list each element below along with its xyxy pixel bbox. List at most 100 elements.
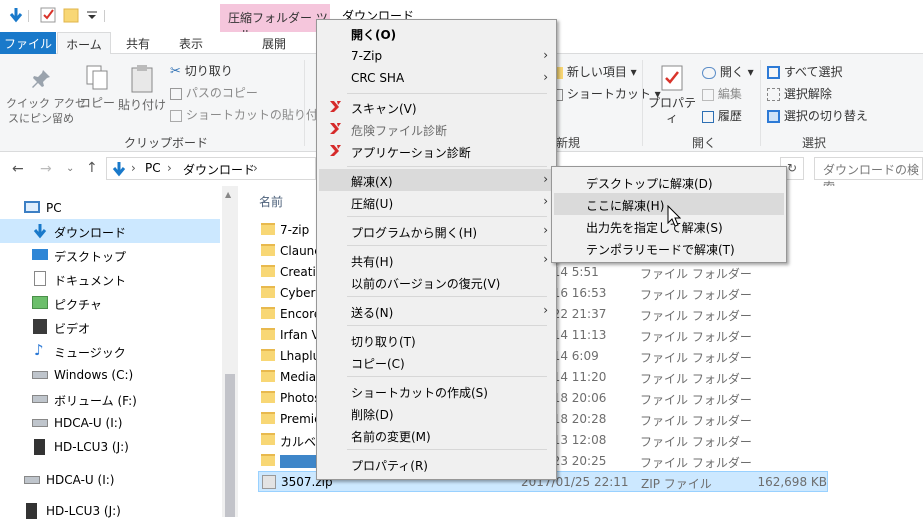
ribbon-divider xyxy=(760,60,761,146)
copy-path-button[interactable]: パスのコピー xyxy=(170,84,258,101)
cut-button[interactable]: ✂ 切り取り xyxy=(170,62,233,79)
menu-item-crc-sha[interactable]: CRC SHA › xyxy=(319,67,554,89)
menu-separator xyxy=(347,325,547,326)
nav-item-volume-f[interactable]: ボリューム (F:) xyxy=(0,387,220,411)
tab-share[interactable]: 共有 xyxy=(114,32,162,54)
menu-item-open-with[interactable]: プログラムから開く(H) › xyxy=(319,220,554,242)
clipboard-group-label: クリップボード xyxy=(124,136,209,150)
file-type: ファイル フォルダー xyxy=(640,414,752,428)
nav-item-videos[interactable]: ビデオ xyxy=(0,315,220,339)
back-arrow-icon[interactable]: ← xyxy=(12,161,24,177)
nav-item-hdca-u[interactable]: HDCA-U (I:) xyxy=(0,411,220,435)
menu-item-cut[interactable]: 切り取り(T) xyxy=(319,329,554,351)
nav-item-hd-lcu3-root[interactable]: HD-LCU3 (J:) xyxy=(0,499,220,523)
customize-qat-icon[interactable] xyxy=(84,7,100,23)
pin-quick-access-button[interactable]: クイック アクセ スにピン留め xyxy=(6,68,86,126)
submenu-item-extract-temp[interactable]: テンポラリモードで解凍(T) xyxy=(554,237,784,259)
up-arrow-icon[interactable]: ↑ xyxy=(86,160,98,176)
select-all-button[interactable]: すべて選択 xyxy=(767,63,843,80)
ribbon-divider xyxy=(304,60,305,146)
menu-label: 出力先を指定して解凍(S) xyxy=(586,221,723,235)
copy-label: コピー xyxy=(78,96,115,110)
folder-icon xyxy=(261,244,275,256)
menu-item-properties[interactable]: プロパティ(R) xyxy=(319,453,554,475)
open-label: 開く xyxy=(719,65,744,79)
edit-label: 編集 xyxy=(717,87,742,101)
menu-item-app-diagnosis[interactable]: アプリケーション診断 xyxy=(319,140,554,162)
menu-label: 切り取り(T) xyxy=(351,335,416,349)
menu-item-compress[interactable]: 圧縮(U) › xyxy=(319,191,554,213)
nav-item-desktop[interactable]: デスクトップ xyxy=(0,243,220,267)
shortcut-paste-icon xyxy=(170,109,182,122)
scroll-up-icon[interactable]: ▲ xyxy=(225,190,231,199)
down-arrow-icon[interactable] xyxy=(8,7,24,23)
menu-item-scan[interactable]: スキャン(V) xyxy=(319,96,554,118)
breadcrumb-pc[interactable]: PC xyxy=(145,161,161,175)
invert-selection-button[interactable]: 選択の切り替え xyxy=(767,107,868,124)
menu-item-share[interactable]: 共有(H) › xyxy=(319,249,554,271)
nav-item-hd-lcu3[interactable]: HD-LCU3 (J:) xyxy=(0,435,220,459)
select-none-button[interactable]: 選択解除 xyxy=(767,85,832,102)
paste-shortcut-button[interactable]: ショートカットの貼り付け xyxy=(170,106,330,123)
folder-icon xyxy=(261,349,275,361)
nav-item-pc[interactable]: PC xyxy=(0,196,220,220)
drive-icon xyxy=(32,419,48,427)
paste-label: 貼り付け xyxy=(118,98,167,112)
breadcrumb-downloads[interactable]: ダウンロード xyxy=(183,161,255,178)
column-header-name[interactable]: 名前 xyxy=(259,193,283,210)
recent-dropdown-icon[interactable]: ⌄ xyxy=(66,163,74,174)
file-name: Media xyxy=(280,370,317,384)
properties-check-icon[interactable] xyxy=(40,7,56,23)
menu-item-open[interactable]: 開く(O) xyxy=(319,22,554,44)
downloads-icon xyxy=(33,224,47,239)
menu-label: 圧縮(U) xyxy=(351,197,394,211)
open-button[interactable]: 開く ▾ xyxy=(702,63,754,80)
nav-scrollbar-thumb[interactable] xyxy=(225,374,235,517)
shortcut-button[interactable]: ショートカット ▾ xyxy=(551,85,661,102)
menu-item-7zip[interactable]: 7-Zip › xyxy=(319,45,554,67)
address-bar[interactable]: › PC › ダウンロード › xyxy=(106,157,316,180)
menu-item-delete[interactable]: 削除(D) xyxy=(319,402,554,424)
menu-separator xyxy=(347,376,547,377)
tab-home[interactable]: ホーム xyxy=(57,32,111,55)
file-name: Claunc xyxy=(280,244,321,258)
menu-label: 開く(O) xyxy=(351,28,397,42)
forward-arrow-icon[interactable]: → xyxy=(40,161,52,177)
tab-file[interactable]: ファイル xyxy=(0,32,56,54)
invert-selection-label: 選択の切り替え xyxy=(783,109,868,123)
tab-extract[interactable]: 展開 xyxy=(246,32,302,54)
folder-icon xyxy=(261,223,275,235)
path-icon xyxy=(170,87,182,100)
edit-button[interactable]: 編集 xyxy=(702,85,742,102)
nav-item-pictures[interactable]: ピクチャ xyxy=(0,291,220,315)
menu-label: アプリケーション診断 xyxy=(351,146,471,160)
copy-button[interactable]: コピー xyxy=(78,64,116,111)
new-item-button[interactable]: 新しい項目 ▾ xyxy=(551,63,637,80)
submenu-item-extract-desktop[interactable]: デスクトップに解凍(D) xyxy=(554,171,784,193)
nav-item-downloads[interactable]: ダウンロード xyxy=(0,219,220,243)
search-input[interactable]: ダウンロードの検索 xyxy=(814,157,923,194)
paste-button[interactable]: 貼り付け xyxy=(118,64,166,113)
menu-separator xyxy=(347,245,547,246)
nav-item-music[interactable]: ♪ ミュージック xyxy=(0,339,220,363)
paste-shortcut-label: ショートカットの貼り付け xyxy=(185,108,330,122)
menu-item-restore-versions[interactable]: 以前のバージョンの復元(V) xyxy=(319,271,554,293)
menu-item-extract[interactable]: 解凍(X) › xyxy=(319,169,554,191)
new-folder-icon[interactable] xyxy=(63,7,79,23)
antivirus-k-icon xyxy=(330,145,341,156)
menu-item-create-shortcut[interactable]: ショートカットの作成(S) xyxy=(319,380,554,402)
open-icon xyxy=(702,66,716,79)
nav-item-hdca-u-root[interactable]: HDCA-U (I:) xyxy=(0,468,220,492)
nav-item-windows-c[interactable]: Windows (C:) xyxy=(0,363,220,387)
nav-item-documents[interactable]: ドキュメント xyxy=(0,267,220,291)
cut-label: 切り取り xyxy=(184,64,233,78)
menu-item-rename[interactable]: 名前の変更(M) xyxy=(319,424,554,446)
properties-icon xyxy=(661,65,683,91)
properties-button[interactable]: プロパティ xyxy=(646,64,698,126)
menu-item-danger-diagnosis[interactable]: 危険ファイル診断 xyxy=(319,118,554,140)
menu-item-send-to[interactable]: 送る(N) › xyxy=(319,300,554,322)
menu-item-copy[interactable]: コピー(C) xyxy=(319,351,554,373)
history-button[interactable]: 履歴 xyxy=(702,107,742,124)
tab-view[interactable]: 表示 xyxy=(166,32,216,54)
file-type: ファイル フォルダー xyxy=(640,267,752,281)
